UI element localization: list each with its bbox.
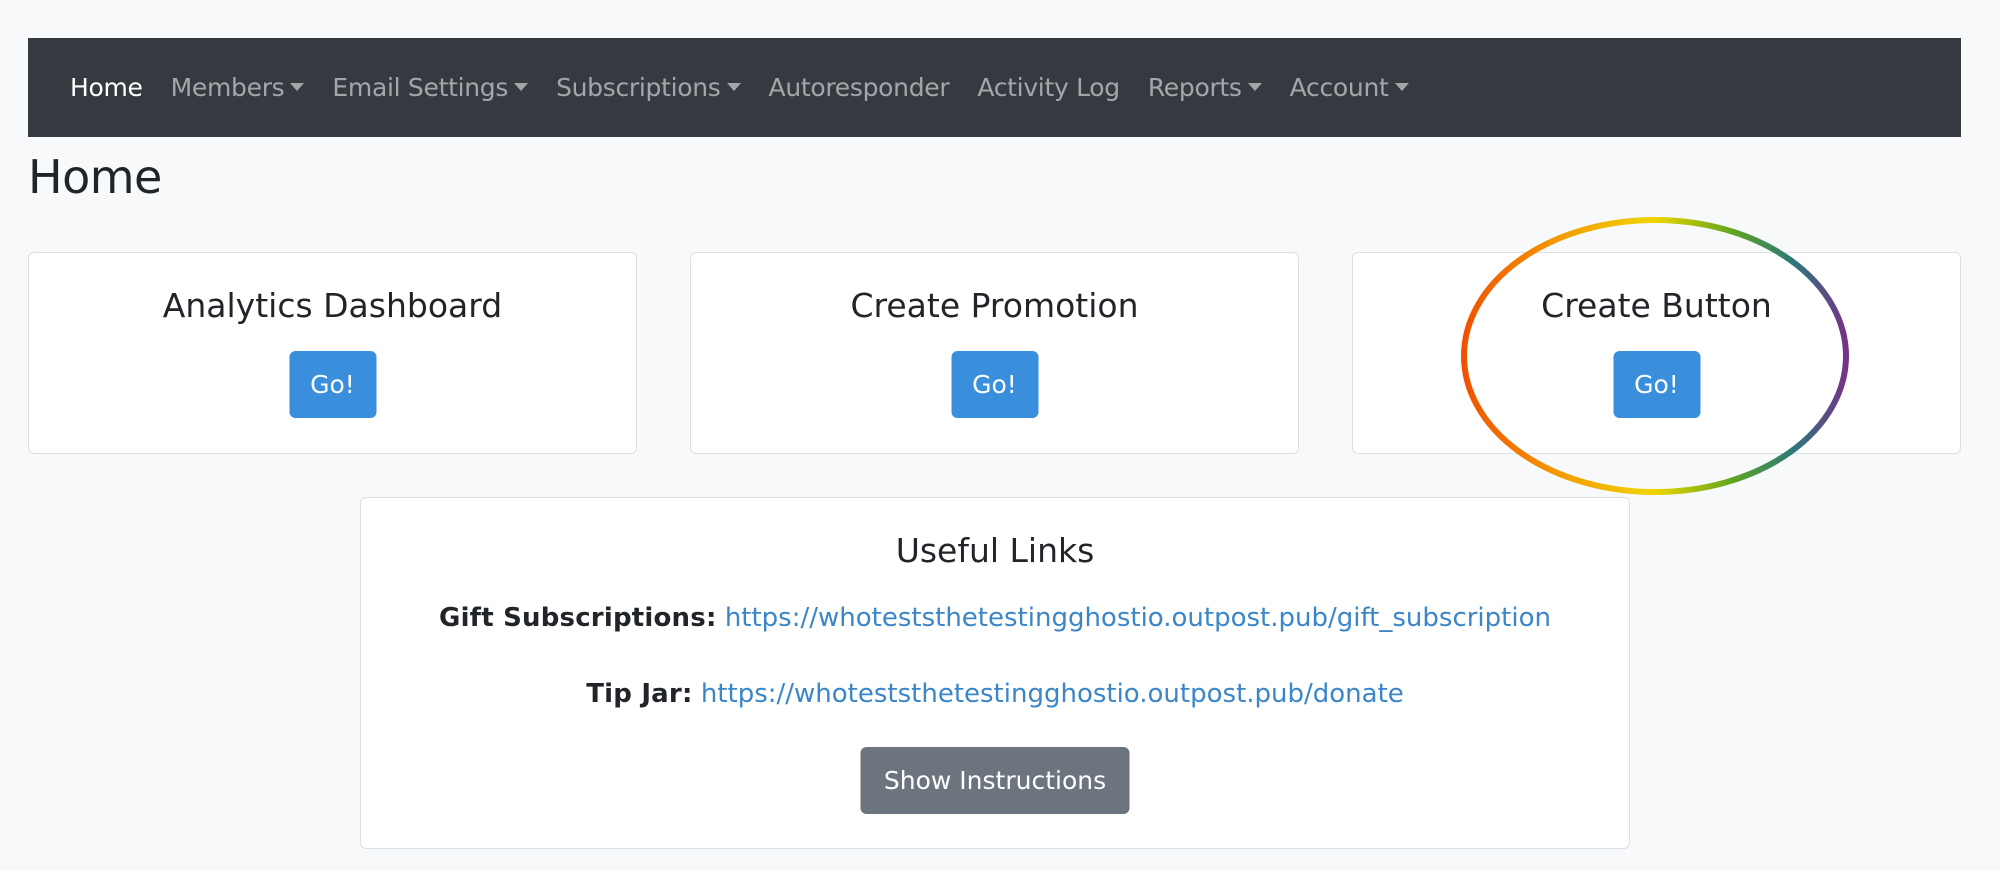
nav-item-account[interactable]: Account <box>1290 73 1409 102</box>
nav-item-reports[interactable]: Reports <box>1148 73 1262 102</box>
gift-subscriptions-label: Gift Subscriptions: <box>439 603 717 633</box>
nav-item-label: Autoresponder <box>768 73 950 102</box>
caret-down-icon <box>514 82 529 91</box>
nav-item-home[interactable]: Home <box>70 73 143 102</box>
nav-item-subscriptions[interactable]: Subscriptions <box>556 73 741 102</box>
analytics-dashboard-go-button[interactable]: Go! <box>289 351 376 418</box>
create-promotion-go-button[interactable]: Go! <box>951 351 1038 418</box>
tip-jar-row: Tip Jar: https://whoteststhetestingghost… <box>361 679 1629 709</box>
nav-item-label: Home <box>70 73 143 102</box>
show-instructions-button[interactable]: Show Instructions <box>860 747 1130 814</box>
card-title: Create Button <box>1541 286 1772 325</box>
card-title: Create Promotion <box>850 286 1139 325</box>
caret-down-icon <box>290 82 305 91</box>
create-button-card: Create Button Go! <box>1352 252 1961 454</box>
nav-item-label: Email Settings <box>332 73 509 102</box>
useful-links-card: Useful Links Gift Subscriptions: https:/… <box>360 497 1630 849</box>
gift-subscriptions-link[interactable]: https://whoteststhetestingghostio.outpos… <box>725 603 1551 633</box>
caret-down-icon <box>1394 82 1409 91</box>
nav-item-label: Activity Log <box>977 73 1120 102</box>
gift-subscriptions-row: Gift Subscriptions: https://whoteststhet… <box>361 603 1629 633</box>
nav-item-label: Account <box>1289 73 1389 102</box>
tip-jar-link[interactable]: https://whoteststhetestingghostio.outpos… <box>701 679 1404 709</box>
caret-down-icon <box>726 82 741 91</box>
create-button-go-button[interactable]: Go! <box>1613 351 1700 418</box>
nav-item-label: Reports <box>1147 73 1242 102</box>
tip-jar-label: Tip Jar: <box>586 679 693 709</box>
nav-item-label: Members <box>170 73 285 102</box>
nav-item-email-settings[interactable]: Email Settings <box>332 73 529 102</box>
create-promotion-card: Create Promotion Go! <box>690 252 1299 454</box>
top-navbar: Home Members Email Settings Subscription… <box>28 38 1961 137</box>
nav-item-label: Subscriptions <box>556 73 721 102</box>
page-title: Home <box>28 150 162 204</box>
analytics-dashboard-card: Analytics Dashboard Go! <box>28 252 637 454</box>
card-title: Analytics Dashboard <box>162 286 503 325</box>
nav-item-autoresponder[interactable]: Autoresponder <box>769 73 950 102</box>
nav-item-activity-log[interactable]: Activity Log <box>977 73 1120 102</box>
useful-links-title: Useful Links <box>895 531 1095 570</box>
caret-down-icon <box>1247 82 1262 91</box>
nav-item-members[interactable]: Members <box>171 73 305 102</box>
